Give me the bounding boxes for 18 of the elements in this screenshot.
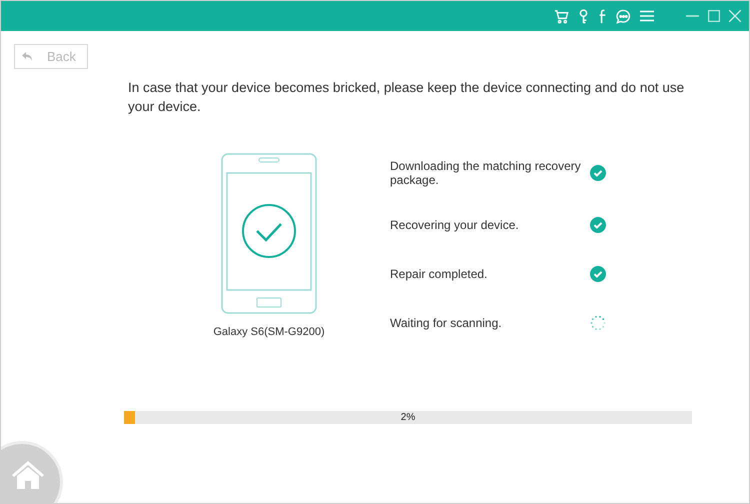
step-label: Waiting for scanning.: [390, 316, 503, 330]
back-arrow-icon: [22, 52, 32, 61]
warning-message: In case that your device becomes bricked, please keep the device connecting and do not use your device.: [128, 79, 686, 116]
device-name: Galaxy S6(SM-G9200): [213, 325, 325, 340]
progress-percent: 2%: [400, 410, 416, 424]
minimize-icon[interactable]: [686, 15, 699, 17]
close-icon[interactable]: [729, 10, 741, 22]
back-button[interactable]: Back: [14, 44, 88, 69]
home-icon: [11, 460, 45, 490]
key-icon[interactable]: [578, 8, 589, 24]
menu-icon[interactable]: [640, 10, 654, 22]
step-label: Recovering your device.: [390, 218, 520, 232]
facebook-icon[interactable]: [598, 8, 607, 24]
chat-bubble-icon[interactable]: [616, 8, 631, 24]
step-label: Downloading the matching recovery package.: [390, 159, 582, 187]
cart-icon[interactable]: [554, 8, 569, 24]
maximize-icon[interactable]: [708, 10, 720, 22]
step-label: Repair completed.: [390, 267, 488, 281]
